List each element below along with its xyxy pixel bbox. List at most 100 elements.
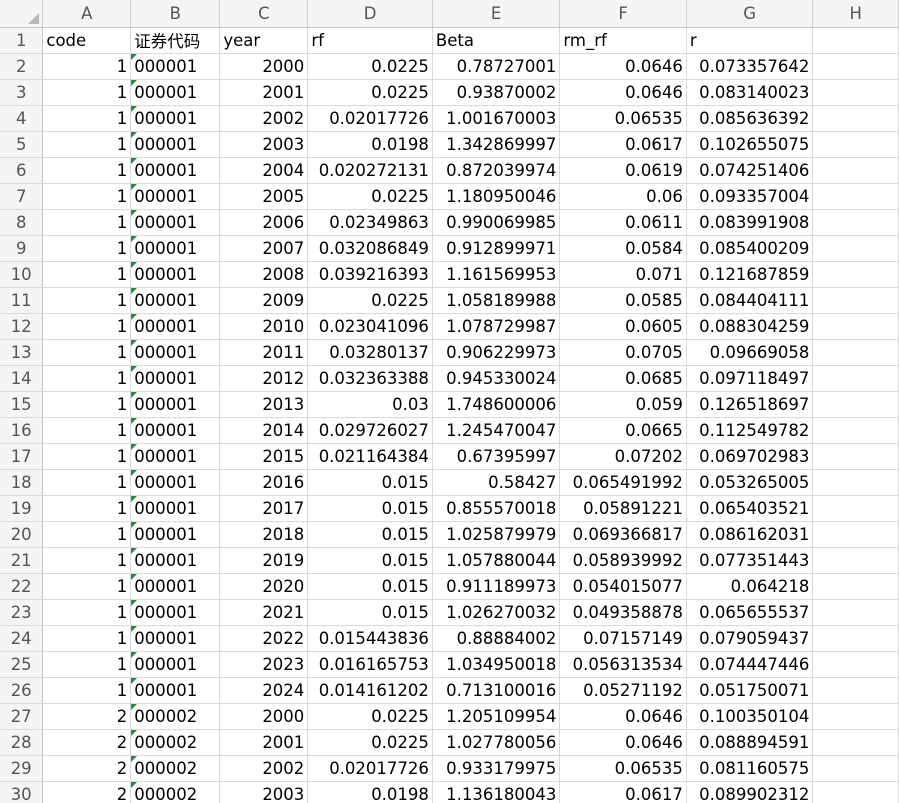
cell[interactable]: 1 xyxy=(42,625,132,652)
cell[interactable]: 0.071 xyxy=(559,261,687,288)
cell[interactable]: 2021 xyxy=(219,599,309,626)
cell[interactable] xyxy=(812,131,899,158)
row-header[interactable]: 1 xyxy=(0,27,44,54)
cell-text-number[interactable]: 000002 xyxy=(130,703,221,730)
cell[interactable]: 0.09669058 xyxy=(686,339,814,366)
cell-text-number[interactable]: 000001 xyxy=(130,261,221,288)
row-header[interactable]: 22 xyxy=(0,573,44,600)
cell[interactable]: 1.180950046 xyxy=(432,183,561,210)
cell[interactable]: 0.085400209 xyxy=(686,235,814,262)
cell[interactable]: 1 xyxy=(42,391,132,418)
cell[interactable]: 0.906229973 xyxy=(432,339,561,366)
cell[interactable]: 2010 xyxy=(219,313,309,340)
cell[interactable]: 0.065491992 xyxy=(559,469,687,496)
cell[interactable]: 0.07202 xyxy=(559,443,687,470)
cell[interactable] xyxy=(812,53,899,80)
column-header-f[interactable]: F xyxy=(559,0,687,28)
header-cell[interactable]: rm_rf xyxy=(559,27,687,54)
cell-text-number[interactable]: 000002 xyxy=(130,729,221,756)
cell[interactable]: 1 xyxy=(42,495,132,522)
row-header[interactable]: 15 xyxy=(0,391,44,418)
row-header[interactable]: 6 xyxy=(0,157,44,184)
cell-text-number[interactable]: 000002 xyxy=(130,755,221,782)
row-header[interactable]: 24 xyxy=(0,625,44,652)
cell[interactable]: 2024 xyxy=(219,677,309,704)
cell[interactable]: 0.0646 xyxy=(559,53,687,80)
cell[interactable]: 0.015 xyxy=(307,547,433,574)
cell-text-number[interactable]: 000001 xyxy=(130,339,221,366)
header-cell[interactable]: Beta xyxy=(432,27,561,54)
row-header[interactable]: 28 xyxy=(0,729,44,756)
cell[interactable]: 2018 xyxy=(219,521,309,548)
cell[interactable] xyxy=(812,703,899,730)
cell[interactable] xyxy=(812,521,899,548)
cell[interactable]: 2000 xyxy=(219,703,309,730)
cell[interactable]: 0.07157149 xyxy=(559,625,687,652)
cell[interactable] xyxy=(812,729,899,756)
cell[interactable]: 0.03280137 xyxy=(307,339,433,366)
cell[interactable]: 0.069702983 xyxy=(686,443,814,470)
row-header[interactable]: 12 xyxy=(0,313,44,340)
cell[interactable]: 0.112549782 xyxy=(686,417,814,444)
cell[interactable]: 1 xyxy=(42,339,132,366)
cell[interactable]: 2 xyxy=(42,703,132,730)
cell[interactable]: 0.0646 xyxy=(559,729,687,756)
cell[interactable]: 2016 xyxy=(219,469,309,496)
cell-text-number[interactable]: 000001 xyxy=(130,183,221,210)
cell[interactable]: 0.0198 xyxy=(307,131,433,158)
cell[interactable]: 0.126518697 xyxy=(686,391,814,418)
cell[interactable] xyxy=(812,391,899,418)
cell[interactable] xyxy=(812,651,899,678)
cell[interactable]: 1 xyxy=(42,183,132,210)
cell[interactable] xyxy=(812,599,899,626)
cell[interactable]: 0.02017726 xyxy=(307,755,433,782)
column-header-c[interactable]: C xyxy=(219,0,309,28)
cell[interactable]: 0.58427 xyxy=(432,469,561,496)
cell[interactable]: 1.342869997 xyxy=(432,131,561,158)
cell[interactable]: 0.0646 xyxy=(559,79,687,106)
row-header[interactable]: 2 xyxy=(0,53,44,80)
cell[interactable]: 2002 xyxy=(219,105,309,132)
cell[interactable]: 0.05271192 xyxy=(559,677,687,704)
cell[interactable]: 0.02349863 xyxy=(307,209,433,236)
cell[interactable]: 2014 xyxy=(219,417,309,444)
cell[interactable]: 0.051750071 xyxy=(686,677,814,704)
cell[interactable]: 1 xyxy=(42,677,132,704)
cell[interactable]: 0.872039974 xyxy=(432,157,561,184)
cell[interactable]: 0.065403521 xyxy=(686,495,814,522)
row-header[interactable]: 17 xyxy=(0,443,44,470)
cell[interactable]: 2005 xyxy=(219,183,309,210)
cell[interactable]: 2001 xyxy=(219,729,309,756)
cell[interactable]: 0.015 xyxy=(307,469,433,496)
cell[interactable]: 0.056313534 xyxy=(559,651,687,678)
cell[interactable]: 1 xyxy=(42,105,132,132)
cell[interactable]: 0.102655075 xyxy=(686,131,814,158)
cell-text-number[interactable]: 000001 xyxy=(130,651,221,678)
row-header[interactable]: 14 xyxy=(0,365,44,392)
cell[interactable] xyxy=(812,287,899,314)
cell[interactable]: 0.081160575 xyxy=(686,755,814,782)
cell[interactable]: 0.085636392 xyxy=(686,105,814,132)
header-cell[interactable]: r xyxy=(686,27,814,54)
cell[interactable]: 0.039216393 xyxy=(307,261,433,288)
cell[interactable]: 0.100350104 xyxy=(686,703,814,730)
cell[interactable]: 0.03 xyxy=(307,391,433,418)
cell[interactable] xyxy=(812,313,899,340)
cell[interactable]: 1 xyxy=(42,157,132,184)
cell[interactable]: 0.06535 xyxy=(559,105,687,132)
cell[interactable]: 1.078729987 xyxy=(432,313,561,340)
cell[interactable]: 0.0685 xyxy=(559,365,687,392)
cell[interactable]: 2022 xyxy=(219,625,309,652)
cell[interactable]: 0.67395997 xyxy=(432,443,561,470)
cell[interactable] xyxy=(812,209,899,236)
cell[interactable]: 0.083991908 xyxy=(686,209,814,236)
cell[interactable]: 0.0198 xyxy=(307,781,433,803)
cell[interactable]: 2023 xyxy=(219,651,309,678)
row-header[interactable]: 20 xyxy=(0,521,44,548)
cell[interactable]: 0.089902312 xyxy=(686,781,814,803)
cell[interactable]: 0.093357004 xyxy=(686,183,814,210)
select-all-corner[interactable] xyxy=(0,0,44,28)
row-header[interactable]: 18 xyxy=(0,469,44,496)
cell-text-number[interactable]: 000001 xyxy=(130,417,221,444)
cell[interactable]: 0.0646 xyxy=(559,703,687,730)
